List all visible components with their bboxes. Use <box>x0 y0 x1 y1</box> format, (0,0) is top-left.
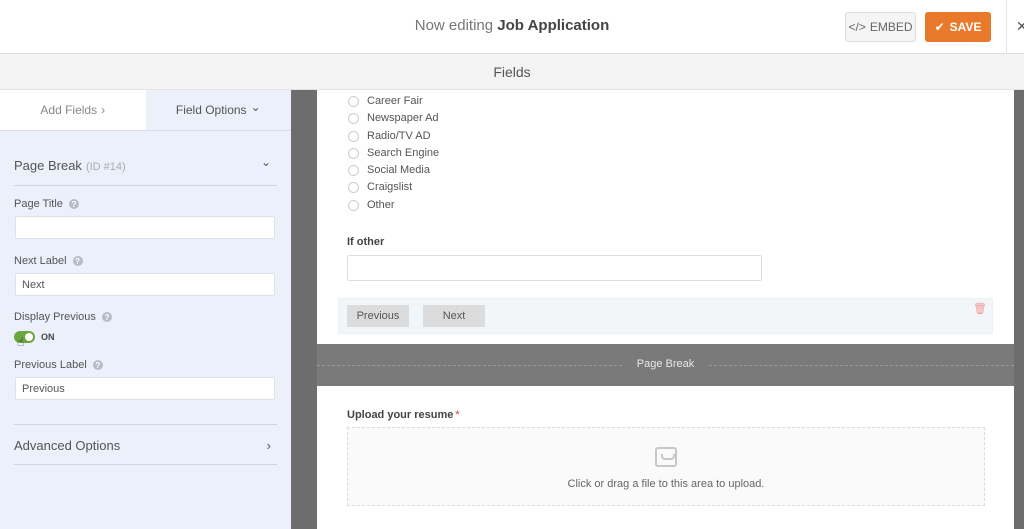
section-title: Page Break (ID #14) <box>14 158 126 173</box>
advanced-options-header[interactable]: Advanced Options › <box>14 438 277 453</box>
if-other-input[interactable] <box>347 255 762 281</box>
toggle-state-label: ON <box>41 332 55 342</box>
chevron-right-icon: › <box>101 103 106 117</box>
inbox-icon <box>655 447 677 467</box>
radio-circle-icon <box>348 95 359 107</box>
next-label-input[interactable] <box>15 273 275 296</box>
close-icon[interactable]: ✕ <box>1016 18 1024 35</box>
page-break-section-header[interactable]: Page Break (ID #14) ⌄ <box>14 154 277 174</box>
chevron-down-icon: ⌄ <box>260 154 271 169</box>
chevron-right-icon: › <box>266 438 271 453</box>
trash-icon[interactable]: 🗑 <box>973 302 987 315</box>
radio-option-label: Craigslist <box>367 181 413 193</box>
previous-label-input[interactable] <box>15 377 275 400</box>
header-divider <box>1006 0 1007 54</box>
chevron-down-icon: ⌄ <box>250 100 261 114</box>
radio-option-label: Search Engine <box>367 147 440 159</box>
required-asterisk: * <box>455 409 460 421</box>
radio-option[interactable]: Search Engine <box>348 147 439 159</box>
embed-label: EMBED <box>869 20 913 34</box>
radio-option[interactable]: Newspaper Ad <box>348 112 439 124</box>
upload-label-text: Upload your resume <box>347 409 454 421</box>
radio-circle-icon <box>348 147 359 159</box>
previous-button[interactable]: Previous <box>347 305 409 327</box>
tab-field-options[interactable]: Field Options ⌄ <box>145 90 291 130</box>
page-break-divider[interactable]: Page Break <box>317 344 1014 386</box>
field-id: (ID #14) <box>85 161 126 173</box>
file-upload-dropzone[interactable]: Click or drag a file to this area to upl… <box>347 427 985 506</box>
save-button[interactable]: ✔ SAVE <box>925 12 991 42</box>
upload-resume-label: Upload your resume * <box>347 409 460 421</box>
radio-circle-icon <box>348 112 359 124</box>
help-icon[interactable]: ? <box>72 256 83 266</box>
page-title-label-text: Page Title <box>14 198 63 210</box>
field-type-label: Page Break <box>14 158 82 173</box>
radio-option-label: Social Media <box>367 164 430 176</box>
radio-option-label: Career Fair <box>367 95 423 107</box>
divider <box>14 424 277 425</box>
if-other-label: If other <box>347 236 385 248</box>
radio-option-label: Newspaper Ad <box>367 112 439 124</box>
dashed-line <box>709 365 1014 366</box>
next-label-label-text: Next Label <box>14 255 67 267</box>
display-previous-label-text: Display Previous <box>14 311 96 323</box>
section-bar: Fields <box>0 54 1024 90</box>
section-title: Fields <box>493 64 531 80</box>
radio-circle-icon <box>348 130 359 142</box>
display-previous-label: Display Previous ? <box>14 311 112 323</box>
radio-option[interactable]: Craigslist <box>348 181 412 193</box>
divider <box>14 185 277 186</box>
help-icon[interactable]: ? <box>92 360 103 370</box>
top-bar: Now editing Job Application </> EMBED ✔ … <box>0 0 1024 54</box>
tab-field-options-label: Field Options <box>175 103 247 117</box>
radio-circle-icon <box>348 199 359 211</box>
radio-option[interactable]: Other <box>348 199 395 211</box>
upload-hint: Click or drag a file to this area to upl… <box>567 478 765 490</box>
form-name: Job Application <box>497 17 610 34</box>
tab-add-fields-label: Add Fields <box>40 103 98 117</box>
page-title-input[interactable] <box>15 216 275 239</box>
help-icon[interactable]: ? <box>68 199 79 209</box>
divider <box>14 464 277 465</box>
previous-label-label-text: Previous Label <box>14 359 87 371</box>
panel-tabs: Add Fields › Field Options ⌄ <box>0 90 291 131</box>
next-label-label: Next Label ? <box>14 255 83 267</box>
embed-button[interactable]: </> EMBED <box>845 12 916 42</box>
radio-option[interactable]: Career Fair <box>348 95 423 107</box>
tab-add-fields[interactable]: Add Fields › <box>0 90 146 130</box>
field-options-panel: Add Fields › Field Options ⌄ Page Break(… <box>0 90 291 529</box>
radio-option[interactable]: Radio/TV AD <box>348 130 431 142</box>
radio-circle-icon <box>348 181 359 193</box>
code-icon: </> <box>848 20 866 34</box>
previous-label-label: Previous Label ? <box>14 359 103 371</box>
page-break-label: Page Break <box>636 358 695 370</box>
radio-option-label: Radio/TV AD <box>367 130 431 142</box>
title-prefix: Now editing <box>414 17 494 34</box>
radio-option[interactable]: Social Media <box>348 164 430 176</box>
page-title-label: Page Title ? <box>14 198 79 210</box>
help-icon[interactable]: ? <box>101 312 112 322</box>
save-label: SAVE <box>949 20 982 34</box>
hand-cursor-icon: ☝ <box>17 335 25 349</box>
check-icon: ✔ <box>934 20 945 34</box>
radio-option-label: Other <box>367 199 395 211</box>
next-button[interactable]: Next <box>423 305 485 327</box>
radio-circle-icon <box>348 164 359 176</box>
advanced-options-label: Advanced Options <box>14 438 121 453</box>
